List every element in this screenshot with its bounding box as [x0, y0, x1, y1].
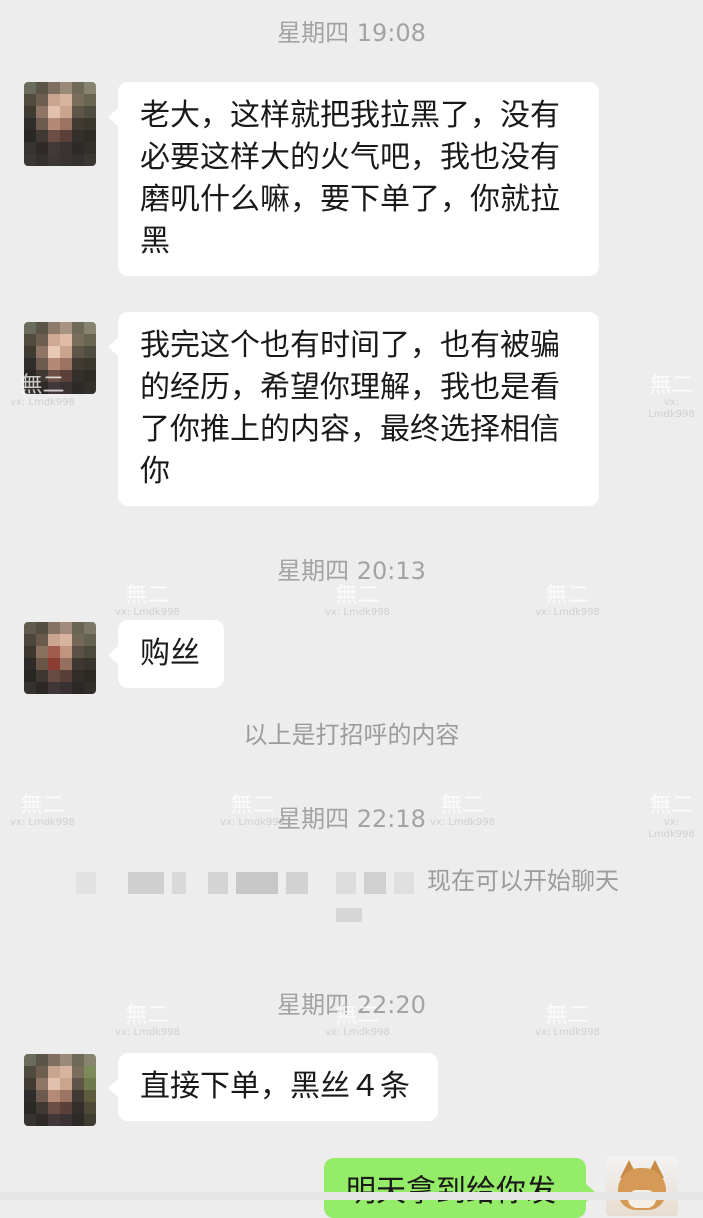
- message-line: 老大，这样就把我拉黑了，没有: [140, 98, 560, 133]
- timestamp: 星期四 20:13: [277, 557, 426, 585]
- user-avatar[interactable]: [606, 1156, 678, 1216]
- watermark-text: 無二: [545, 583, 590, 608]
- watermark-sub: vx: Lmdk998: [10, 397, 75, 408]
- message-line: 磨叽什么嘛，要下单了，你就拉: [140, 182, 560, 217]
- message-bubble[interactable]: 直接下单，黑丝４条: [108, 1053, 438, 1121]
- watermark: 無二 vx: Lmdk998: [535, 585, 600, 619]
- timestamp: 星期四 22:20: [277, 991, 426, 1019]
- message-line: 我完这个也有时间了，也有被骗: [140, 328, 560, 363]
- message-line: 必要这样大的火气吧，我也没有: [140, 140, 560, 175]
- outgoing-message-bubble[interactable]: 明天拿到给你发: [324, 1158, 596, 1218]
- contact-avatar[interactable]: [24, 622, 96, 694]
- message-bubble[interactable]: 我完这个也有时间了，也有被骗 的经历，希望你理解，我也是看 了你推上的内容，最终…: [108, 312, 599, 506]
- chat-window[interactable]: 星期四 19:08 老大，这样就把我拉黑了，没有 必要这样大的火气吧，我也没有 …: [0, 0, 703, 1218]
- contact-avatar[interactable]: [24, 1054, 96, 1126]
- message-bubble[interactable]: 老大，这样就把我拉黑了，没有 必要这样大的火气吧，我也没有 磨叽什么嘛，要下单了…: [108, 82, 599, 276]
- contact-avatar[interactable]: [24, 322, 96, 394]
- message-line: 了你推上的内容，最终选择相信: [140, 412, 560, 447]
- message-bubble[interactable]: 购丝: [108, 620, 224, 688]
- watermark: 無二 vx: Lmdk998: [640, 375, 703, 421]
- watermark-sub: vx: Lmdk998: [115, 1027, 180, 1038]
- watermark-sub: vx: Lmdk998: [115, 607, 180, 618]
- watermark-sub: vx: Lmdk998: [535, 607, 600, 618]
- watermark-sub: vx: Lmdk998: [648, 397, 695, 420]
- watermark-sub: vx: Lmdk998: [535, 1027, 600, 1038]
- system-message: 现在可以开始聊天: [427, 867, 619, 895]
- watermark-text: 無二: [125, 583, 170, 608]
- message-line: 你: [140, 454, 170, 489]
- message-line: 的经历，希望你理解，我也是看: [140, 370, 560, 405]
- message-line: 购丝: [140, 636, 200, 671]
- contact-avatar[interactable]: [24, 82, 96, 166]
- watermark-sub: vx: Lmdk998: [325, 607, 390, 618]
- input-bar-edge: [0, 1192, 703, 1200]
- message-line: 黑: [140, 224, 170, 259]
- system-message: 以上是打招呼的内容: [243, 721, 460, 749]
- message-line: 直接下单，黑丝４条: [140, 1069, 410, 1104]
- watermark: 無二 vx: Lmdk998: [115, 585, 180, 619]
- watermark-text: 無二: [649, 373, 694, 398]
- watermark-sub: vx: Lmdk998: [325, 1027, 390, 1038]
- timestamp: 星期四 22:18: [277, 805, 426, 833]
- redacted-system-text: [76, 872, 414, 894]
- watermark: 無二 vx: Lmdk998: [325, 585, 390, 619]
- redacted-system-text: [336, 908, 362, 922]
- watermark-text: 無二: [335, 583, 380, 608]
- timestamp: 星期四 19:08: [277, 19, 426, 47]
